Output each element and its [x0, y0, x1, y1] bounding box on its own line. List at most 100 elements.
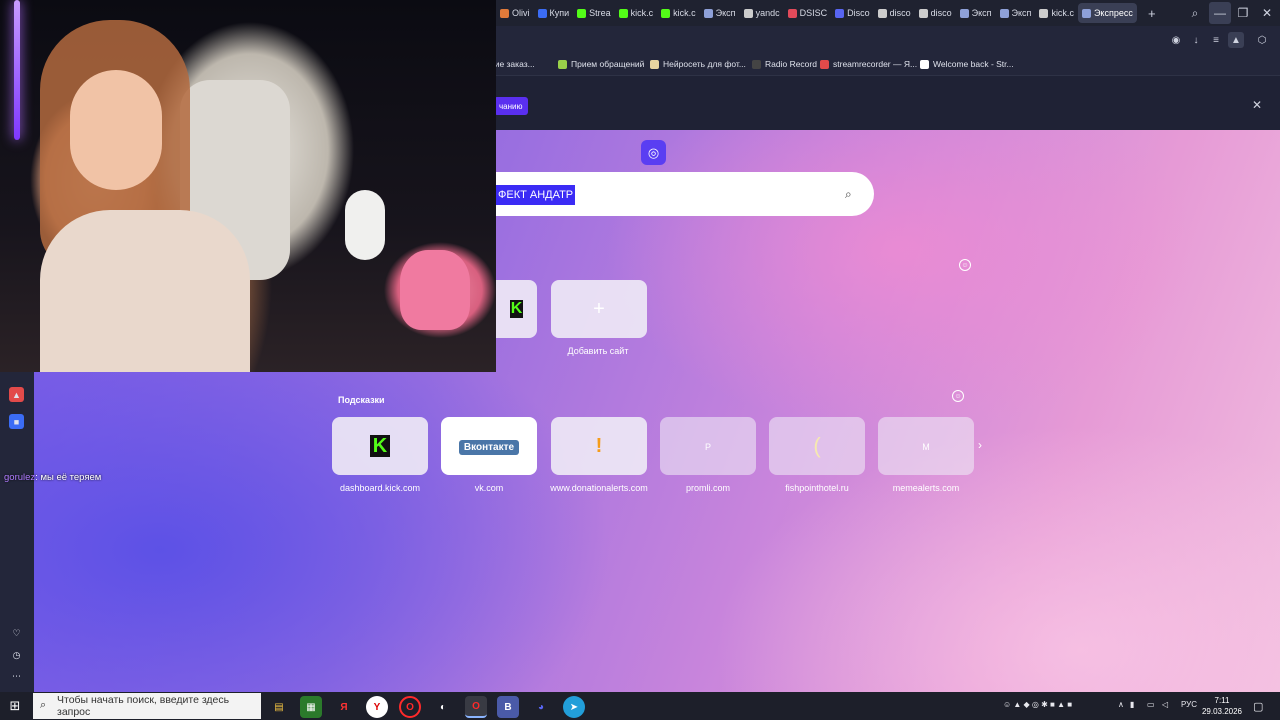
suggestion-tile[interactable]: ! — [551, 417, 647, 475]
tab-label: Эксп — [715, 8, 736, 18]
network-icon[interactable]: ▭ — [1147, 700, 1155, 709]
smiley-icon[interactable]: ☺ — [952, 390, 964, 402]
tab[interactable]: Эксп — [996, 3, 1036, 23]
profile-icon[interactable]: ▲ — [1228, 32, 1244, 48]
history-icon[interactable]: ◷ — [9, 648, 24, 663]
yandex-icon[interactable]: Я — [333, 696, 355, 718]
tab[interactable]: disco — [915, 3, 956, 23]
obs-icon[interactable]: ◐ — [432, 696, 454, 718]
tab-label: disco — [930, 8, 952, 18]
tab-favicon-icon — [959, 8, 969, 18]
tab[interactable]: kick.c — [615, 3, 658, 23]
sidebar-app-icon[interactable]: ■ — [9, 414, 24, 429]
search-selected-text[interactable]: ФЕКТ АНДАТР — [496, 185, 576, 205]
suggestion-label[interactable]: memealerts.com — [861, 483, 991, 493]
add-site-label: Добавить сайт — [567, 346, 629, 356]
search-icon: ⌕ — [40, 699, 47, 711]
promli-icon: P — [704, 442, 711, 452]
heart-icon[interactable]: ♡ — [9, 626, 24, 641]
more-icon[interactable]: ⋯ — [9, 669, 24, 684]
download-icon[interactable]: ↓ — [1188, 32, 1204, 48]
tab[interactable]: DSISC — [784, 3, 832, 23]
notifications-icon[interactable]: ▢ — [1253, 700, 1263, 713]
tab-favicon-icon — [577, 8, 587, 18]
tab[interactable]: Экспресс — [1077, 3, 1137, 23]
volume-icon[interactable]: ◁ — [1162, 700, 1168, 709]
tab-label: yandc — [755, 8, 780, 18]
tab[interactable]: disco — [874, 3, 915, 23]
tab-favicon-icon — [787, 8, 797, 18]
telegram-icon[interactable]: ➤ — [563, 696, 585, 718]
globe-icon[interactable]: ◎ — [641, 140, 666, 165]
suggestion-tile[interactable]: Вконтакте — [441, 417, 537, 475]
app-b-icon[interactable]: B — [497, 696, 519, 718]
tab-label: Эксп — [1011, 8, 1032, 18]
tab[interactable]: Эксп — [956, 3, 996, 23]
speed-dial-tile[interactable]: K — [496, 280, 537, 338]
tab-label: Strea — [589, 8, 611, 18]
tab[interactable]: kick.c — [657, 3, 700, 23]
restore-button[interactable]: ❐ — [1232, 2, 1254, 24]
chevron-right-icon[interactable]: › — [978, 438, 982, 452]
notification-button[interactable]: чанию — [494, 97, 528, 115]
mic-icon[interactable]: ▮ — [1130, 700, 1134, 709]
tab[interactable]: Olivi — [496, 3, 534, 23]
tab-label: Olivi — [512, 8, 530, 18]
language-indicator[interactable]: РУС — [1181, 700, 1197, 709]
bookmark-item[interactable]: Прием обращений — [558, 59, 644, 69]
vk-icon: Вконтакте — [458, 437, 520, 455]
menu-icon[interactable]: ≡ — [1208, 32, 1224, 48]
clock[interactable]: 7:11 29.03.2026 — [1200, 695, 1244, 717]
extensions-icon[interactable]: ⬡ — [1254, 32, 1270, 48]
windows-start-icon[interactable]: ⊞ — [6, 697, 24, 715]
store-icon[interactable]: ▦ — [300, 696, 322, 718]
tab-favicon-icon — [999, 8, 1009, 18]
suggestion-tile[interactable]: M — [878, 417, 974, 475]
tab[interactable]: Disco — [831, 3, 874, 23]
clock-time: 7:11 — [1214, 696, 1230, 705]
tab-label: Экспресс — [1093, 8, 1133, 18]
discord-icon[interactable]: ◕ — [530, 696, 552, 718]
tray-chevron-icon[interactable]: ∧ — [1118, 700, 1124, 709]
suggestions-title: Подсказки — [338, 395, 385, 405]
suggestion-tile[interactable]: ( — [769, 417, 865, 475]
tab[interactable]: kick.c — [1035, 3, 1078, 23]
bookmark-item[interactable]: streamrecorder — Я... — [820, 59, 917, 69]
sidebar-app-icon[interactable]: ▲ — [9, 387, 24, 402]
tab-label: disco — [889, 8, 911, 18]
bookmark-favicon-icon — [920, 59, 929, 69]
bookmark-item[interactable]: Welcome back - Str... — [920, 59, 1014, 69]
opera-gx-icon[interactable]: O — [465, 696, 487, 718]
minimize-button[interactable]: — — [1209, 2, 1231, 24]
file-explorer-icon[interactable]: ▤ — [268, 696, 290, 718]
suggestion-tile[interactable]: P — [660, 417, 756, 475]
opera-icon[interactable]: O — [399, 696, 421, 718]
tab-label: Купи — [549, 8, 570, 18]
tab[interactable]: Купи — [534, 3, 574, 23]
bookmark-label: streamrecorder — Я... — [833, 59, 918, 69]
tab-label: DSISC — [799, 8, 828, 18]
tab[interactable]: Strea — [573, 3, 615, 23]
tab[interactable]: yandc — [740, 3, 784, 23]
yandex-browser-icon[interactable]: Y — [366, 696, 388, 718]
tab-favicon-icon — [1081, 8, 1091, 18]
tab-label: Disco — [847, 8, 870, 18]
tab-favicon-icon — [743, 8, 753, 18]
close-window-button[interactable]: ✕ — [1256, 2, 1278, 24]
chat-text: : мы её теряем — [35, 472, 102, 483]
bookmark-item[interactable]: Radio Record — [752, 59, 817, 69]
new-tab-button[interactable]: + — [1143, 4, 1161, 22]
add-site-button[interactable]: + — [551, 280, 647, 338]
system-tray-icons[interactable]: ☺ ▲ ◆ ◎ ✱ ■ ▲ ■ — [1003, 700, 1072, 709]
search-icon[interactable]: ⌕ — [845, 187, 852, 202]
bookmark-item[interactable]: Нейросеть для фот... — [650, 59, 746, 69]
close-icon[interactable]: ✕ — [1252, 98, 1262, 112]
memealerts-icon: M — [922, 442, 930, 452]
suggestion-tile[interactable]: K — [332, 417, 428, 475]
camera-icon[interactable]: ◉ — [1168, 32, 1184, 48]
taskbar-search-input[interactable]: ⌕ Чтобы начать поиск, введите здесь запр… — [33, 693, 261, 719]
search-tabs-icon[interactable]: ⌕ — [1184, 2, 1206, 24]
tab[interactable]: Эксп — [700, 3, 740, 23]
smiley-icon[interactable]: ☺ — [959, 259, 971, 271]
donationalerts-icon: ! — [595, 434, 603, 457]
